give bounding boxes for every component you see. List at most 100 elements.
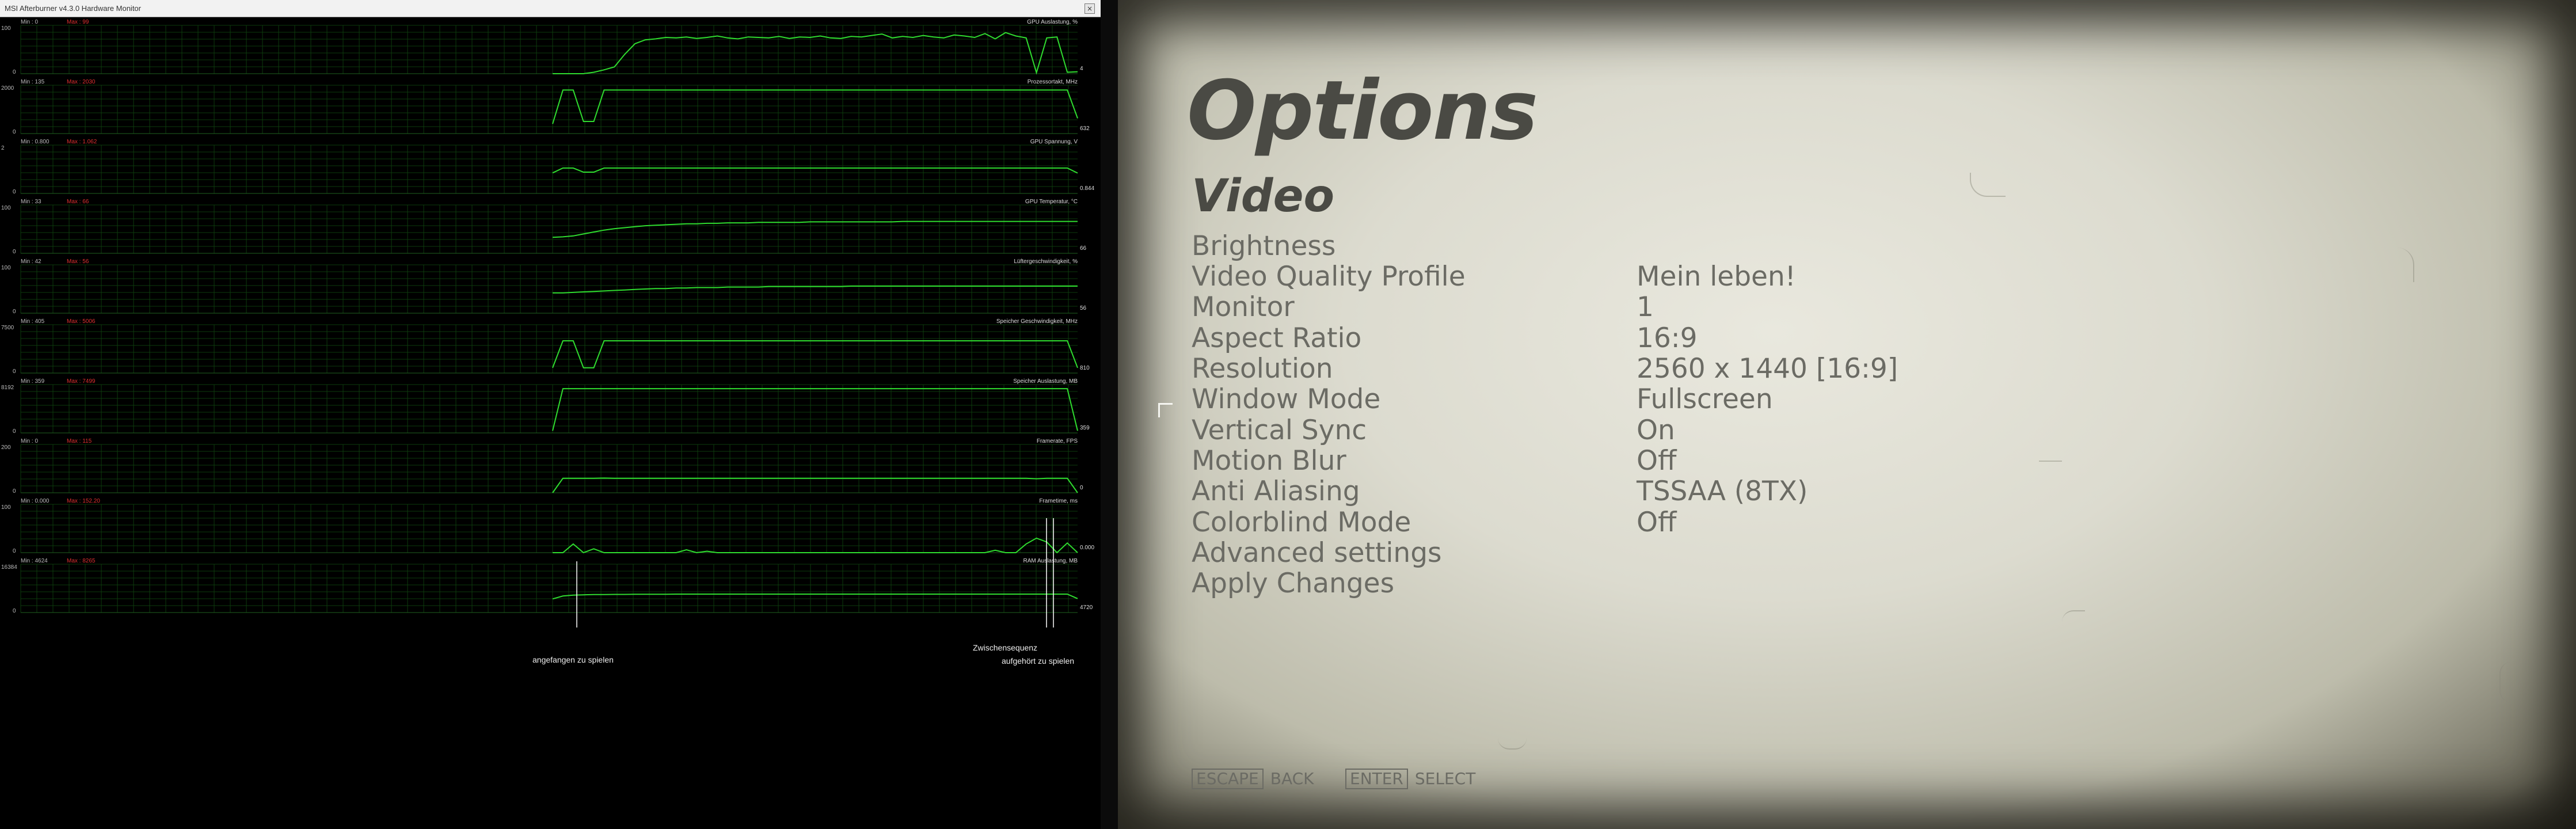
option-label: Resolution: [1192, 353, 1333, 385]
panel-scale-top: 2: [1, 145, 5, 151]
section-title: Video: [1192, 170, 1335, 222]
option-value: 2560 x 1440 [16:9]: [1637, 353, 1898, 385]
option-value: 16:9: [1637, 322, 1698, 354]
series-line: [552, 340, 1078, 368]
panel-min-label: Min : 0: [21, 19, 38, 25]
panel-scale-bottom: 0: [13, 428, 16, 435]
panel-current-value: 632: [1080, 126, 1090, 132]
panel-min-label: Min : 0.000: [21, 498, 50, 504]
series-line: [552, 89, 1078, 124]
panel-current-value: 66: [1080, 245, 1087, 252]
back-hint[interactable]: ESCAPE BACK: [1192, 769, 1314, 789]
option-anti-aliasing[interactable]: Anti Aliasing TSSAA (8TX): [1192, 476, 1997, 507]
panel-min-label: Min : 359: [21, 378, 45, 385]
panel-name: Prozessortakt, MHz: [1028, 79, 1078, 85]
option-advanced-settings[interactable]: Advanced settings: [1192, 537, 1997, 569]
option-label: Window Mode: [1192, 383, 1381, 415]
panel-scale-bottom: 0: [13, 608, 16, 614]
option-label: Monitor: [1192, 291, 1295, 323]
annotation-cutscene: Zwischensequenz: [973, 643, 1038, 652]
panel-min-label: Min : 0.800: [21, 139, 50, 145]
option-label: Colorblind Mode: [1192, 507, 1411, 538]
panel-min-label: Min : 4624: [21, 558, 48, 564]
panel-max-label: Max : 56: [67, 258, 89, 265]
select-hint[interactable]: ENTER SELECT: [1345, 769, 1475, 789]
series-line: [552, 220, 1078, 238]
panel-scale-bottom: 0: [13, 488, 16, 495]
panel-current-value: 4: [1080, 66, 1083, 72]
window-title: MSI Afterburner v4.3.0 Hardware Monitor: [5, 4, 141, 13]
panel-max-label: Max : 5006: [67, 318, 96, 325]
panel-min-label: Min : 42: [21, 258, 41, 265]
panel-max-label: Max : 152.20: [67, 498, 100, 504]
panel-min-label: Min : 135: [21, 79, 45, 85]
panel-max-label: Max : 8265: [67, 558, 96, 564]
option-vertical-sync[interactable]: Vertical Sync On: [1192, 414, 1997, 446]
option-value: Fullscreen: [1637, 383, 1773, 415]
series-line: [552, 477, 1078, 493]
panel-name: Framerate, FPS: [1037, 438, 1078, 444]
option-colorblind-mode[interactable]: Colorblind Mode Off: [1192, 507, 1997, 538]
option-value: TSSAA (8TX): [1637, 476, 1808, 507]
panel-scale-top: 200: [1, 444, 11, 451]
panel-current-value: 359: [1080, 425, 1090, 431]
selection-cursor-icon: [1158, 403, 1173, 417]
panel-current-value: 4720: [1080, 604, 1093, 611]
select-label: SELECT: [1414, 769, 1476, 788]
panel-current-value: 0.844: [1080, 185, 1094, 192]
panel-scale-bottom: 0: [13, 548, 16, 554]
panel-scale-bottom: 0: [13, 368, 16, 375]
panel-min-label: Min : 405: [21, 318, 45, 325]
annotation-start-playing: angefangen zu spielen: [532, 655, 614, 664]
option-label: Brightness: [1192, 230, 1336, 262]
title-bar[interactable]: MSI Afterburner v4.3.0 Hardware Monitor …: [0, 0, 1101, 17]
close-icon[interactable]: ×: [1085, 3, 1095, 14]
series-line: [553, 537, 1078, 554]
panel-min-label: Min : 33: [21, 199, 41, 205]
panel-min-label: Min : 0: [21, 438, 38, 444]
panel-scale-bottom: 0: [13, 309, 16, 315]
option-label: Aspect Ratio: [1192, 322, 1362, 354]
option-value: Off: [1637, 445, 1677, 477]
game-options-screen: Options Video Brightness Video Quality P…: [1118, 0, 2576, 829]
panel-scale-top: 7500: [1, 325, 14, 331]
option-apply-changes[interactable]: Apply Changes: [1192, 568, 1997, 599]
panel-scale-top: 100: [1, 25, 11, 32]
panel-scale-bottom: 0: [13, 129, 16, 135]
series-line: [552, 167, 1078, 174]
option-label: Motion Blur: [1192, 445, 1346, 477]
panel-name: Speicher Geschwindigkeit, MHz: [996, 318, 1078, 325]
panel-current-value: 0: [1080, 485, 1083, 491]
panel-name: Frametime, ms: [1039, 498, 1078, 504]
option-window-mode[interactable]: Window Mode Fullscreen: [1192, 383, 1997, 415]
panel-scale-bottom: 0: [13, 189, 16, 195]
panel-current-value: 56: [1080, 305, 1087, 311]
panel-name: GPU Auslastung, %: [1027, 19, 1078, 25]
panel-scale-top: 100: [1, 205, 11, 211]
panel-scale-top: 100: [1, 504, 11, 511]
option-video-quality-profile[interactable]: Video Quality Profile Mein leben!: [1192, 261, 1997, 292]
panel-name: RAM Auslastung, MB: [1023, 558, 1078, 564]
option-value: Off: [1637, 507, 1677, 538]
option-brightness[interactable]: Brightness: [1192, 230, 1997, 262]
hardware-monitor-window: MSI Afterburner v4.3.0 Hardware Monitor …: [0, 0, 1101, 829]
panel-scale-top: 2000: [1, 85, 14, 92]
panel-name: GPU Temperatur, °C: [1025, 199, 1078, 205]
back-label: BACK: [1270, 769, 1314, 788]
enter-key-icon: ENTER: [1345, 769, 1408, 789]
panel-max-label: Max : 99: [67, 19, 89, 25]
option-value: Mein leben!: [1637, 261, 1796, 292]
option-resolution[interactable]: Resolution 2560 x 1440 [16:9]: [1192, 353, 1997, 385]
option-label: Video Quality Profile: [1192, 261, 1466, 292]
option-monitor[interactable]: Monitor 1: [1192, 291, 1997, 323]
option-label: Advanced settings: [1192, 537, 1442, 569]
series-line: [553, 286, 1078, 294]
escape-key-icon: ESCAPE: [1192, 769, 1264, 789]
annotation-stop-playing: aufgehört zu spielen: [1002, 656, 1075, 666]
option-motion-blur[interactable]: Motion Blur Off: [1192, 445, 1997, 477]
option-aspect-ratio[interactable]: Aspect Ratio 16:9: [1192, 322, 1997, 354]
page-title: Options: [1187, 63, 1538, 158]
panel-max-label: Max : 115: [67, 438, 92, 444]
option-value: 1: [1637, 291, 1654, 323]
panel-scale-top: 16384: [1, 564, 17, 571]
